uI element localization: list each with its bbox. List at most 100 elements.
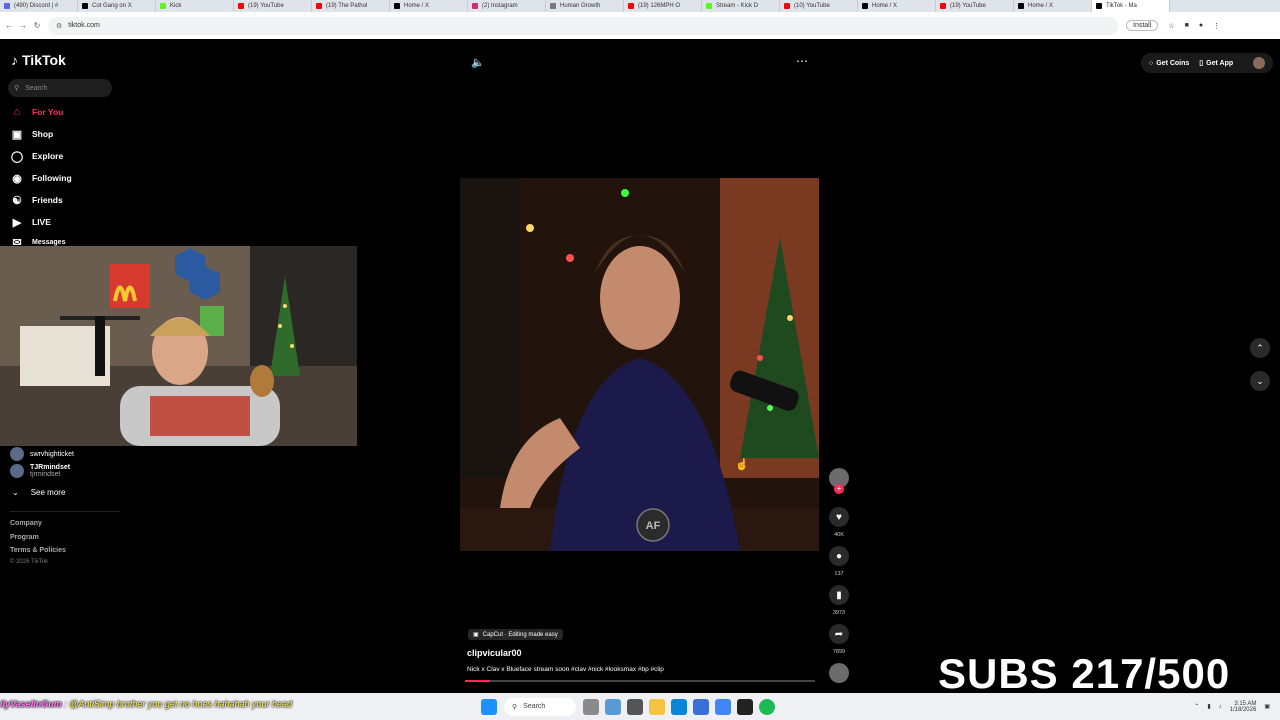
windows-start-icon[interactable] [481, 698, 497, 715]
video-progress-track[interactable] [465, 680, 815, 682]
install-button[interactable]: Install [1126, 20, 1159, 31]
next-video-button[interactable]: ⌄ [1250, 371, 1270, 391]
tiktok-logo[interactable]: ♪ TikTok [11, 52, 66, 68]
nav-item-explore[interactable]: ◯ Explore [10, 149, 63, 163]
account-name: TJRmindset [30, 464, 71, 471]
browser-tab[interactable]: (10) YouTube [780, 0, 858, 12]
nav-item-label: For You [32, 107, 64, 117]
extensions-icon[interactable]: ■ [1185, 22, 1189, 29]
tab-favicon-icon [784, 3, 790, 9]
footer-link-terms[interactable]: Terms & Policies [10, 547, 66, 554]
url-text: tiktok.com [68, 22, 100, 29]
capcut-tag[interactable]: ▣ CapCut · Editing made easy [468, 629, 563, 640]
browser-tab[interactable]: Cot Gang on X [78, 0, 156, 12]
back-icon[interactable]: ← [4, 21, 14, 30]
get-coins-label: Get Coins [1156, 59, 1190, 67]
browser-tab[interactable]: (490) Discord | # [0, 0, 78, 12]
taskbar-search[interactable]: ⚲ Search [504, 697, 576, 716]
music-disc-icon[interactable] [829, 663, 849, 683]
footer-link-program[interactable]: Program [10, 534, 39, 541]
browser-tab[interactable]: TikTok - Ma [1092, 0, 1170, 12]
notification-icon[interactable]: ▣ [1264, 703, 1270, 710]
tab-favicon-icon [862, 3, 868, 9]
tab-label: Cot Gang on X [92, 3, 132, 9]
volume-icon[interactable]: 🔈 [471, 56, 485, 69]
following-account[interactable]: TJRmindset tjrmindset [10, 464, 70, 478]
comment-action[interactable]: ● 137 [827, 546, 851, 577]
widgets-icon[interactable] [583, 698, 599, 715]
nav-item-friends[interactable]: ☯ Friends [10, 193, 63, 207]
file-explorer-icon[interactable] [649, 698, 665, 715]
search-input[interactable]: ⚲ Search [8, 79, 112, 97]
browser-tab[interactable]: Kick [156, 0, 234, 12]
nav-item-following[interactable]: ◉ Following [10, 171, 71, 185]
speaker-icon[interactable]: ♪ [1219, 704, 1222, 710]
video-progress-fill [465, 680, 490, 682]
video-player[interactable]: AF [460, 178, 819, 551]
obs-icon[interactable] [737, 698, 753, 715]
get-app-button[interactable]: ▯ Get App [1199, 59, 1234, 68]
network-icon[interactable]: ▮ [1207, 703, 1210, 710]
logo-text: TikTok [22, 52, 66, 68]
save-action[interactable]: ▮ 3973 [827, 585, 851, 616]
subs-counter-overlay: SUBS 217/500 [938, 650, 1231, 697]
footer-link-company[interactable]: Company [10, 520, 42, 527]
heart-icon[interactable]: ♥ [829, 507, 849, 527]
share-action[interactable]: ➦ 7899 [827, 624, 851, 655]
browser-tab[interactable]: Home / X [858, 0, 936, 12]
task-view-icon[interactable] [627, 698, 643, 715]
site-info-icon[interactable]: ⚙ [56, 22, 62, 30]
nav-item-shop[interactable]: ▣ Shop [10, 127, 53, 141]
capcut-icon: ▣ [473, 632, 479, 638]
share-icon[interactable]: ➦ [829, 624, 849, 644]
bookmark-icon[interactable]: ▮ [829, 585, 849, 605]
chrome-icon[interactable] [715, 698, 731, 715]
address-bar[interactable]: ⚙ tiktok.com [48, 16, 1118, 35]
copilot-icon[interactable] [605, 698, 621, 715]
forward-icon[interactable]: → [18, 21, 28, 30]
video-username[interactable]: clipvicular00 [467, 648, 522, 658]
bookmark-star-icon[interactable]: ☆ [1168, 22, 1174, 30]
menu-icon[interactable]: ⋮ [1213, 22, 1220, 30]
tray-chevron-icon[interactable]: ⌃ [1194, 703, 1199, 710]
tab-favicon-icon [394, 3, 400, 9]
browser-tab[interactable]: (19) The Pathol [312, 0, 390, 12]
browser-tab[interactable]: Human Growth [546, 0, 624, 12]
following-account[interactable]: swrvhighticket [10, 447, 74, 461]
get-coins-button[interactable]: ○ Get Coins [1149, 60, 1189, 67]
reload-icon[interactable]: ↻ [32, 21, 42, 30]
friends-icon: ☯ [12, 194, 22, 207]
user-avatar[interactable] [1253, 57, 1266, 69]
more-options-icon[interactable]: ⋯ [796, 54, 808, 68]
get-app-label: Get App [1206, 59, 1234, 67]
edge-icon[interactable] [671, 698, 687, 715]
profile-icon[interactable]: ● [1199, 22, 1203, 29]
browser-toolbar: ← → ↻ ⚙ tiktok.com Install ☆ ■ ● ⋮ [0, 12, 1280, 39]
clock[interactable]: 3:15 AM 1/18/2026 [1230, 701, 1257, 713]
previous-video-button[interactable]: ⌃ [1250, 338, 1270, 358]
tab-label: (19) The Pathol [326, 3, 368, 9]
capcut-label: CapCut · Editing made easy [482, 631, 558, 638]
nav-item-live[interactable]: ▶ LIVE [10, 215, 51, 229]
follow-plus-icon[interactable]: + [834, 484, 844, 494]
browser-tab[interactable]: Home / X [1014, 0, 1092, 12]
tiktok-app: ♪ TikTok ⚲ Search ⌂ For You ▣ Shop ◯ Explore ◉… [0, 39, 1280, 693]
browser-tab[interactable]: (2) Instagram [468, 0, 546, 12]
nav-item-for-you[interactable]: ⌂ For You [10, 105, 64, 119]
browser-tab[interactable]: Stream - Kick D [702, 0, 780, 12]
browser-tab[interactable]: Home / X [390, 0, 468, 12]
music-disc-action[interactable] [827, 663, 851, 688]
browser-tab[interactable]: (19) YouTube [234, 0, 312, 12]
webcam-overlay [0, 246, 357, 446]
browser-tab[interactable]: (19) YouTube [936, 0, 1014, 12]
browser-tab[interactable]: (19) 126MPH O [624, 0, 702, 12]
like-action[interactable]: ♥ 40K [827, 507, 851, 538]
see-more-button[interactable]: ⌄ See more [12, 488, 65, 497]
mouse-cursor-icon: ☝ [735, 459, 749, 471]
search-icon: ⚲ [14, 85, 20, 92]
creator-avatar-action[interactable]: + [827, 468, 851, 494]
comment-icon[interactable]: ● [829, 546, 849, 566]
mail-icon[interactable] [693, 698, 709, 715]
spotify-icon[interactable] [759, 698, 775, 715]
chevron-down-icon: ⌄ [12, 488, 19, 497]
